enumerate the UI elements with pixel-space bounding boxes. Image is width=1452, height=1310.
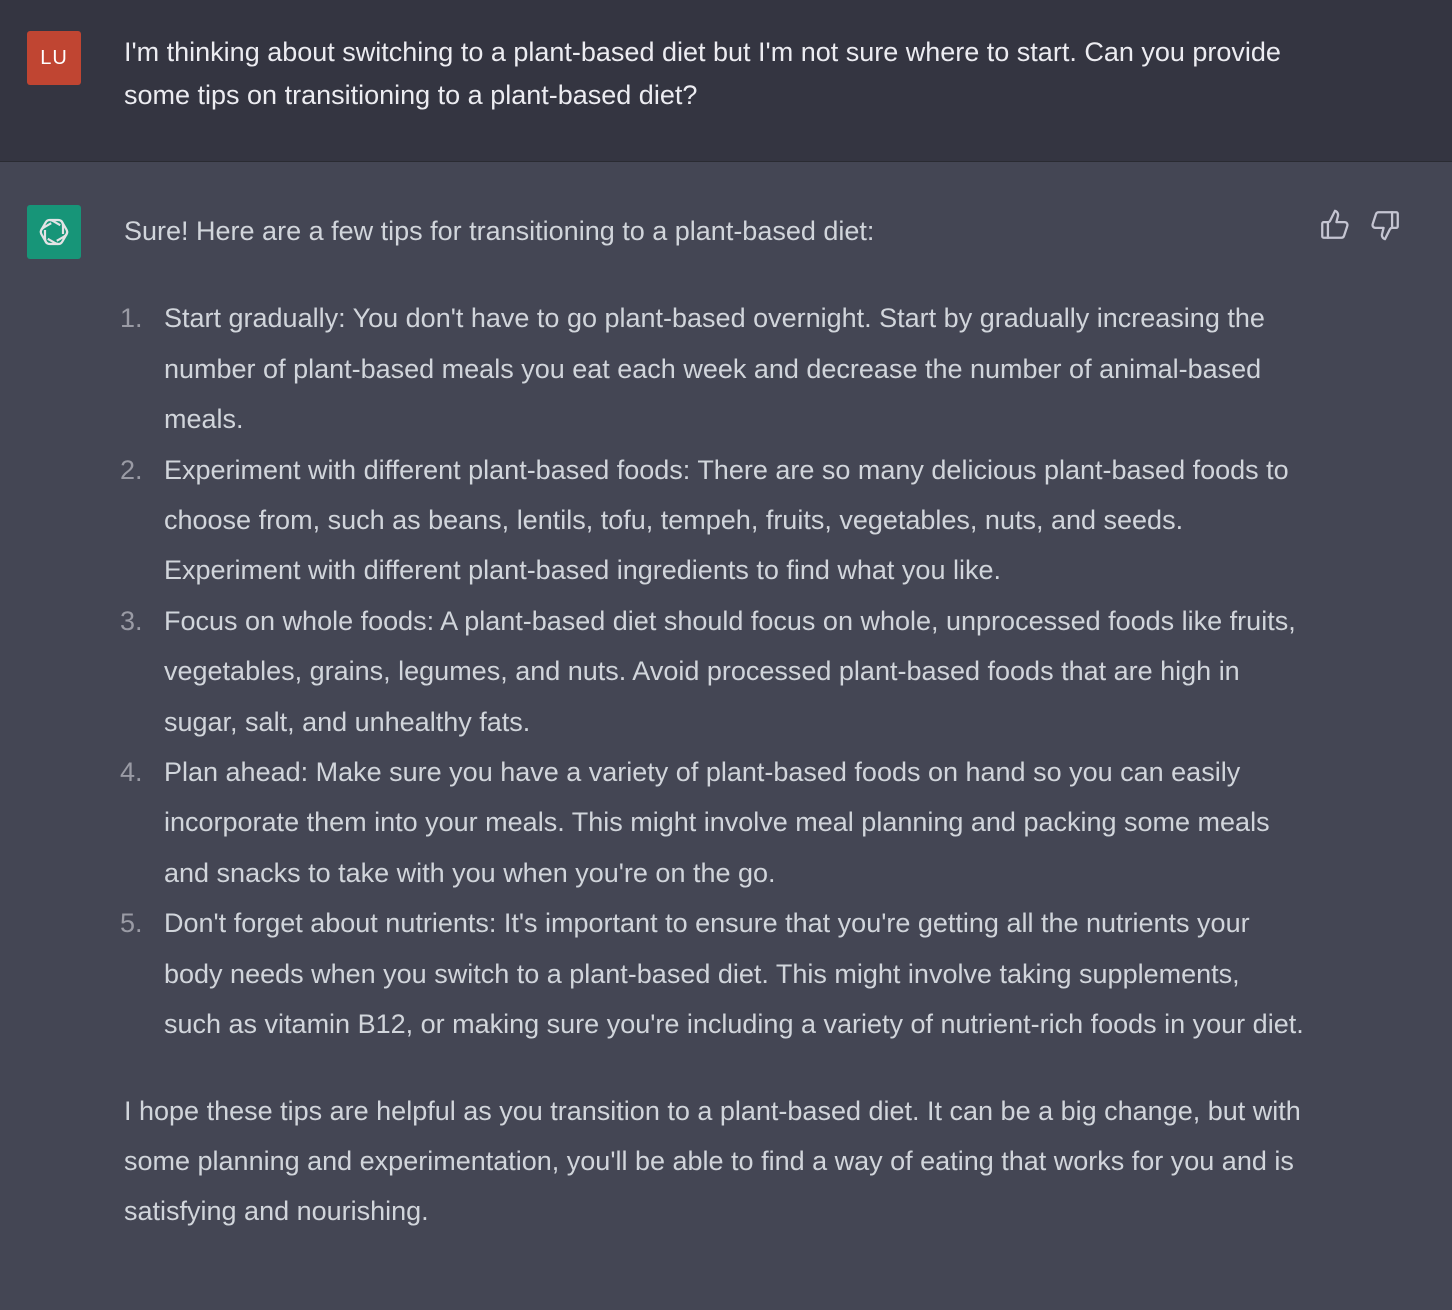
list-item: 3. Focus on whole foods: A plant-based d… xyxy=(120,596,1304,747)
list-item-number: 2. xyxy=(120,454,143,485)
list-item-text: Don't forget about nutrients: It's impor… xyxy=(164,908,1304,1040)
list-item: 4. Plan ahead: Make sure you have a vari… xyxy=(120,747,1304,898)
list-item: 2. Experiment with different plant-based… xyxy=(120,445,1304,596)
list-item-number: 3. xyxy=(120,605,143,636)
user-message-text: I'm thinking about switching to a plant-… xyxy=(124,37,1281,110)
assistant-response: Sure! Here are a few tips for transition… xyxy=(120,206,1304,1237)
response-intro: Sure! Here are a few tips for transition… xyxy=(124,216,875,246)
user-avatar: LU xyxy=(27,31,81,85)
list-item-text: Focus on whole foods: A plant-based diet… xyxy=(164,605,1296,737)
openai-logo-icon xyxy=(39,218,69,246)
response-outro: I hope these tips are helpful as you tra… xyxy=(124,1095,1301,1227)
list-item-text: Plan ahead: Make sure you have a variety… xyxy=(164,757,1270,888)
user-message: LU I'm thinking about switching to a pla… xyxy=(0,0,1452,162)
thumbs-down-button[interactable] xyxy=(1368,208,1402,242)
assistant-avatar xyxy=(27,205,81,259)
thumbs-down-icon xyxy=(1371,211,1399,241)
list-item: 1. Start gradually: You don't have to go… xyxy=(120,293,1304,444)
thumbs-up-button[interactable] xyxy=(1318,208,1352,242)
list-item-text: Start gradually: You don't have to go pl… xyxy=(164,303,1265,435)
list-item: 5. Don't forget about nutrients: It's im… xyxy=(120,898,1304,1049)
list-item-number: 1. xyxy=(120,303,143,334)
assistant-message: Sure! Here are a few tips for transition… xyxy=(0,162,1452,1310)
thumbs-up-icon xyxy=(1321,209,1349,239)
list-item-number: 4. xyxy=(120,757,143,788)
tips-list: 1. Start gradually: You don't have to go… xyxy=(120,293,1304,1049)
list-item-number: 5. xyxy=(120,908,143,939)
list-item-text: Experiment with different plant-based fo… xyxy=(164,454,1289,586)
